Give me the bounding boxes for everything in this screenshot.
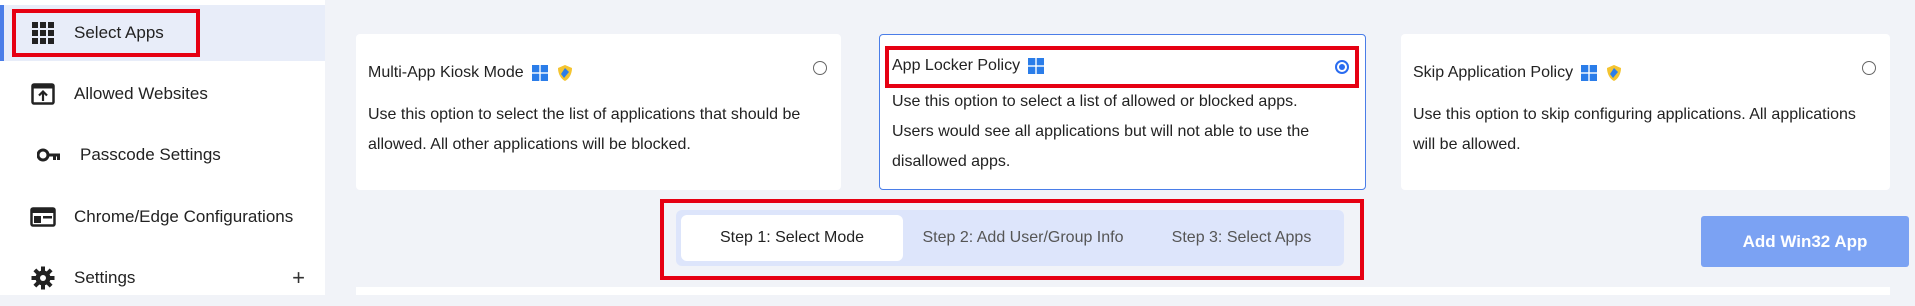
card-description: Use this option to skip configuring appl… [1413, 106, 1856, 153]
card-title-row: Multi-App Kiosk Mode [368, 64, 574, 82]
shield-icon [1607, 65, 1622, 81]
step-select-mode[interactable]: Step 1: Select Mode [681, 215, 903, 261]
windows-icon [1581, 65, 1598, 81]
windows-icon [531, 65, 548, 81]
policy-radio-app-locker[interactable] [1335, 60, 1349, 74]
step-select-apps[interactable]: Step 3: Select Apps [1144, 215, 1339, 261]
grid-icon [28, 18, 58, 48]
card-description: Use this option to select a list of allo… [892, 93, 1310, 170]
shield-icon [557, 65, 572, 81]
windows-icon [1028, 58, 1045, 74]
sidebar-item-label: Allowed Websites [74, 84, 208, 103]
sidebar-item-allowed-websites[interactable]: Allowed Websites [0, 66, 325, 122]
sidebar-item-label: Settings [74, 268, 136, 287]
sidebar-item-label: Chrome/Edge Configurations [74, 207, 294, 226]
content-panel [356, 287, 1890, 295]
key-icon [34, 140, 64, 170]
upload-window-icon [28, 79, 58, 109]
policy-card-multi-app-kiosk[interactable]: Multi-App Kiosk Mode Use this option to … [356, 34, 841, 190]
card-title-row: App Locker Policy [892, 57, 1045, 75]
sidebar-item-label: Select Apps [74, 23, 164, 42]
policy-card-app-locker[interactable]: App Locker Policy Use this option to sel… [879, 34, 1366, 190]
policy-radio-multi-app-kiosk[interactable] [813, 61, 827, 75]
step-add-user-group-info[interactable]: Step 2: Add User/Group Info [903, 215, 1143, 261]
stepper: Step 1: Select Mode Step 2: Add User/Gro… [676, 210, 1344, 266]
sidebar-item-chrome-edge-configurations[interactable]: Chrome/Edge Configurations [0, 189, 325, 245]
card-title: Multi-App Kiosk Mode [368, 64, 524, 81]
policy-card-skip-application[interactable]: Skip Application Policy Use this option … [1401, 34, 1890, 190]
sidebar-item-settings[interactable]: Settings + [0, 250, 325, 306]
sidebar-item-select-apps[interactable]: Select Apps [0, 5, 325, 61]
sidebar-item-passcode-settings[interactable]: Passcode Settings [0, 127, 325, 183]
card-title-row: Skip Application Policy [1413, 64, 1623, 82]
card-description: Use this option to select the list of ap… [368, 106, 801, 153]
card-title: App Locker Policy [892, 57, 1021, 74]
sidebar-item-label: Passcode Settings [80, 145, 221, 164]
gear-icon [28, 263, 58, 293]
browser-window-icon [28, 202, 58, 232]
card-title: Skip Application Policy [1413, 64, 1574, 81]
add-win32-app-button[interactable]: Add Win32 App [1701, 216, 1909, 267]
policy-radio-skip-application[interactable] [1862, 61, 1876, 75]
expand-plus-icon[interactable]: + [292, 265, 305, 291]
sidebar: Select Apps Allowed Websites Passcode Se… [0, 0, 325, 295]
